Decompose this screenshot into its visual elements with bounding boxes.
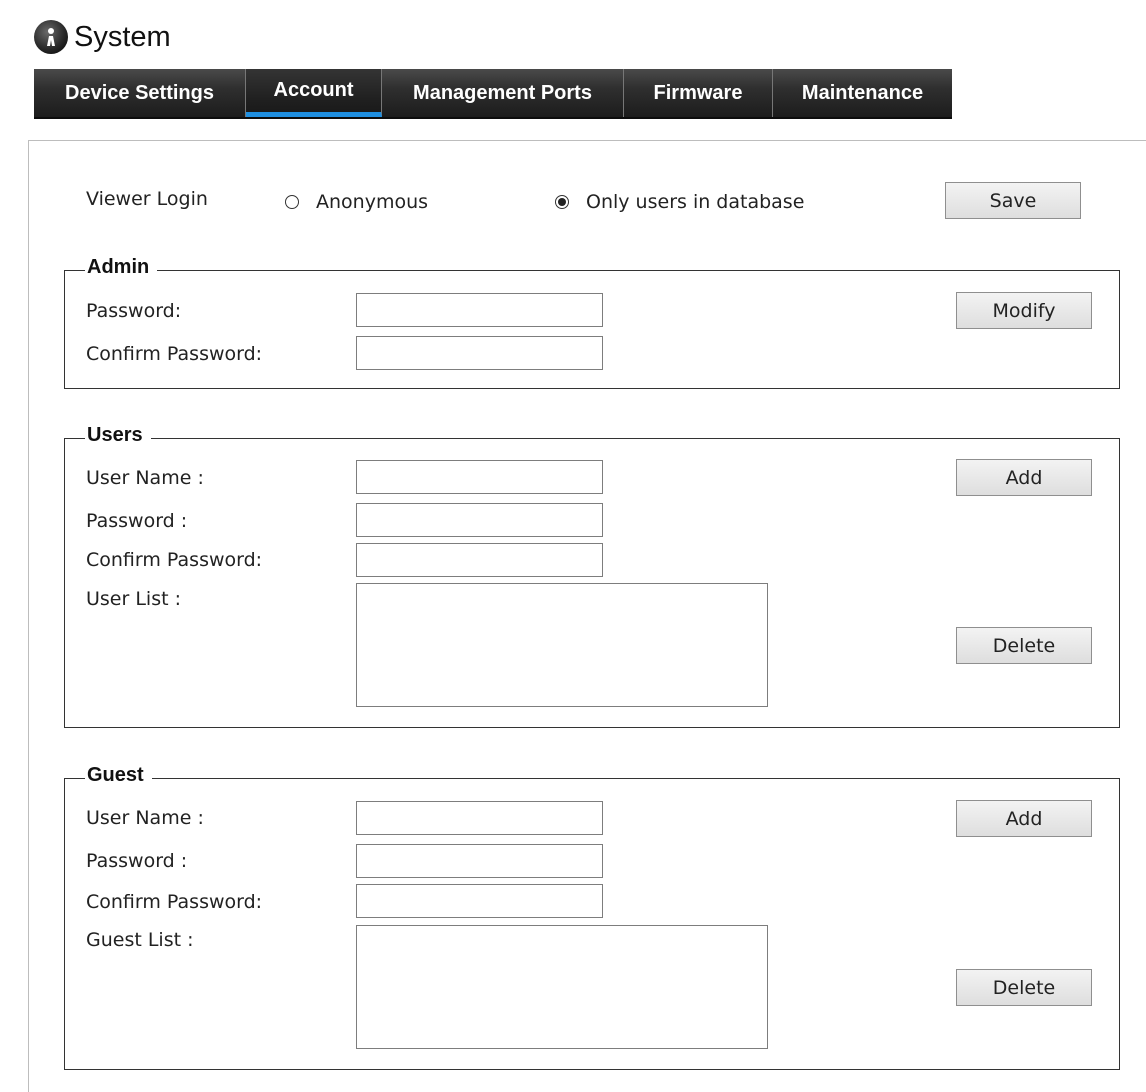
users-add-button[interactable]: Add — [956, 459, 1092, 496]
guest-username-input[interactable] — [356, 801, 603, 835]
admin-fieldset: Admin — [64, 256, 1120, 389]
modify-button[interactable]: Modify — [956, 292, 1092, 329]
radio-only-users-label: Only users in database — [586, 191, 805, 213]
users-password-label: Password : — [86, 510, 188, 532]
guest-legend: Guest — [85, 764, 152, 787]
guest-password-input[interactable] — [356, 844, 603, 878]
figure-icon — [47, 28, 55, 46]
page-header: System — [34, 18, 171, 56]
users-legend: Users — [85, 424, 151, 447]
radio-anonymous-label: Anonymous — [316, 191, 429, 213]
user-list-label: User List : — [86, 588, 181, 610]
tab-management-ports[interactable]: Management Ports — [382, 69, 624, 117]
users-username-input[interactable] — [356, 460, 603, 494]
camera-logo-icon — [34, 20, 68, 54]
users-password-input[interactable] — [356, 503, 603, 537]
users-confirm-password-label: Confirm Password: — [86, 549, 263, 571]
admin-password-input[interactable] — [356, 293, 603, 327]
guest-confirm-password-input[interactable] — [356, 884, 603, 918]
radio-button-icon[interactable] — [285, 195, 299, 209]
admin-confirm-password-label: Confirm Password: — [86, 343, 263, 365]
radio-anonymous[interactable]: Anonymous — [285, 191, 428, 213]
guest-add-button[interactable]: Add — [956, 800, 1092, 837]
tab-device-settings[interactable]: Device Settings — [34, 69, 246, 117]
guest-username-label: User Name : — [86, 807, 204, 829]
tab-maintenance[interactable]: Maintenance — [773, 69, 952, 117]
users-confirm-password-input[interactable] — [356, 543, 603, 577]
tab-bar: Device Settings Account Management Ports… — [34, 69, 952, 119]
guest-list-box[interactable] — [356, 925, 768, 1049]
guest-delete-button[interactable]: Delete — [956, 969, 1092, 1006]
admin-password-label: Password: — [86, 300, 182, 322]
radio-only-users-in-database[interactable]: Only users in database — [555, 191, 804, 213]
users-username-label: User Name : — [86, 467, 204, 489]
admin-legend: Admin — [85, 256, 158, 279]
radio-button-selected-icon[interactable] — [555, 195, 569, 209]
tab-account[interactable]: Account — [246, 69, 382, 117]
users-delete-button[interactable]: Delete — [956, 627, 1092, 664]
admin-confirm-password-input[interactable] — [356, 336, 603, 370]
tab-firmware[interactable]: Firmware — [624, 69, 773, 117]
guest-list-label: Guest List : — [86, 929, 194, 951]
viewer-login-label: Viewer Login — [86, 188, 208, 210]
guest-confirm-password-label: Confirm Password: — [86, 891, 263, 913]
page-title: System — [74, 20, 171, 53]
guest-password-label: Password : — [86, 850, 188, 872]
save-button[interactable]: Save — [945, 182, 1081, 219]
user-list-box[interactable] — [356, 583, 768, 707]
